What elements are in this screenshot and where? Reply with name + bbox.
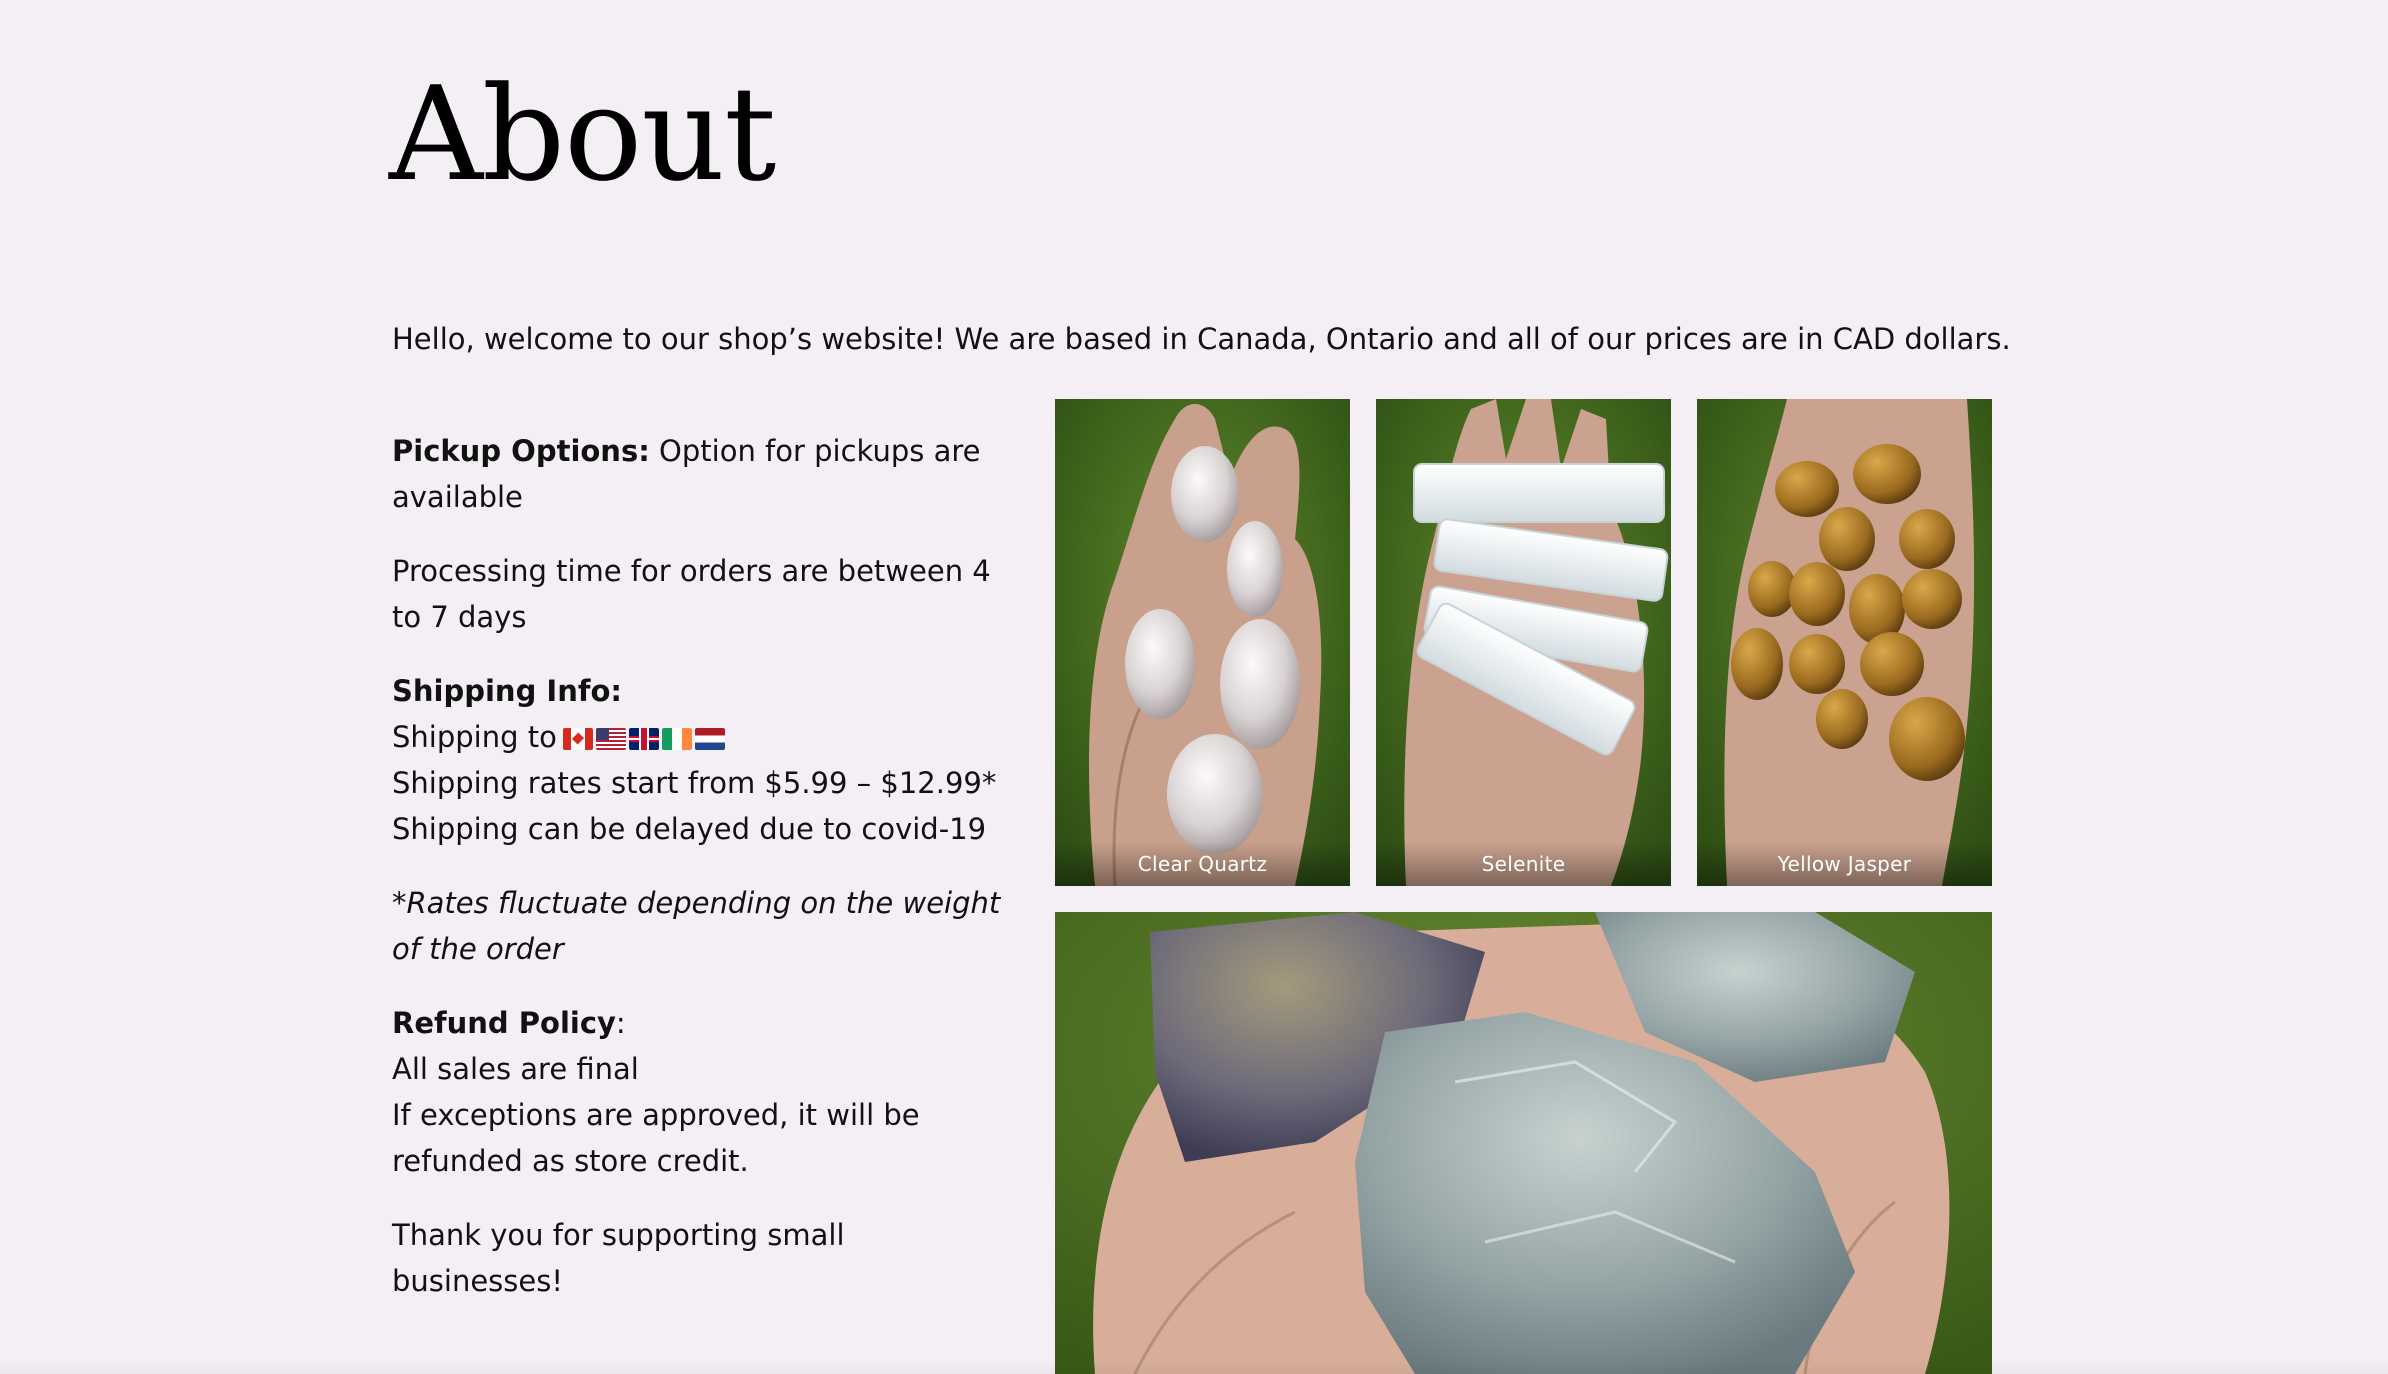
canada-flag-icon <box>562 728 593 750</box>
pickup-paragraph: Pickup Options: Option for pickups are a… <box>392 428 1022 520</box>
gallery-item-selenite[interactable]: Selenite <box>1376 399 1671 886</box>
shipping-rates: Shipping rates start from $5.99 – $12.99… <box>392 766 997 800</box>
refund-colon: : <box>615 1006 626 1040</box>
refund-line-2: If exceptions are approved, it will be r… <box>392 1098 920 1178</box>
netherlands-flag-icon <box>694 728 725 750</box>
info-column: Pickup Options: Option for pickups are a… <box>392 428 1022 1332</box>
gallery-item-fluorite[interactable] <box>1055 912 1992 1374</box>
clear-quartz-image <box>1055 399 1350 886</box>
usa-flag-icon <box>595 728 626 750</box>
shipping-to-text: Shipping to <box>392 720 557 754</box>
thanks-paragraph: Thank you for supporting small businesse… <box>392 1218 845 1298</box>
intro-text: Hello, welcome to our shop’s website! We… <box>392 322 2011 356</box>
flags-group <box>562 728 725 750</box>
gallery-caption: Yellow Jasper <box>1697 842 1992 886</box>
shipping-destinations: Shipping to <box>392 714 1022 760</box>
shipping-paragraph: Shipping Info: Shipping to Shipping rate… <box>392 668 1022 852</box>
processing-paragraph: Processing time for orders are between 4… <box>392 554 991 634</box>
selenite-image <box>1376 399 1671 886</box>
gallery-caption: Clear Quartz <box>1055 842 1350 886</box>
refund-paragraph: Refund Policy: All sales are final If ex… <box>392 1000 1022 1184</box>
gallery-item-yellow-jasper[interactable]: Yellow Jasper <box>1697 399 1992 886</box>
fluorite-image <box>1055 912 1992 1374</box>
page-title: About <box>389 58 776 210</box>
about-page: About Hello, welcome to our shop’s websi… <box>0 0 2388 1374</box>
ireland-flag-icon <box>661 728 692 750</box>
refund-label: Refund Policy <box>392 1006 616 1040</box>
yellow-jasper-image <box>1697 399 1992 886</box>
rates-note-text: *Rates fluctuate depending on the weight… <box>392 886 1001 966</box>
shipping-label: Shipping Info: <box>392 674 623 708</box>
pickup-label: Pickup Options: <box>392 434 650 468</box>
refund-line-1: All sales are final <box>392 1052 639 1086</box>
shipping-delay: Shipping can be delayed due to covid-19 <box>392 812 987 846</box>
refund-heading: Refund Policy: <box>392 1000 1022 1046</box>
gallery-item-clear-quartz[interactable]: Clear Quartz <box>1055 399 1350 886</box>
gallery-caption: Selenite <box>1376 842 1671 886</box>
bottom-fade <box>0 1360 2388 1374</box>
uk-flag-icon <box>628 728 659 750</box>
rates-note-paragraph: *Rates fluctuate depending on the weight… <box>392 880 1022 972</box>
